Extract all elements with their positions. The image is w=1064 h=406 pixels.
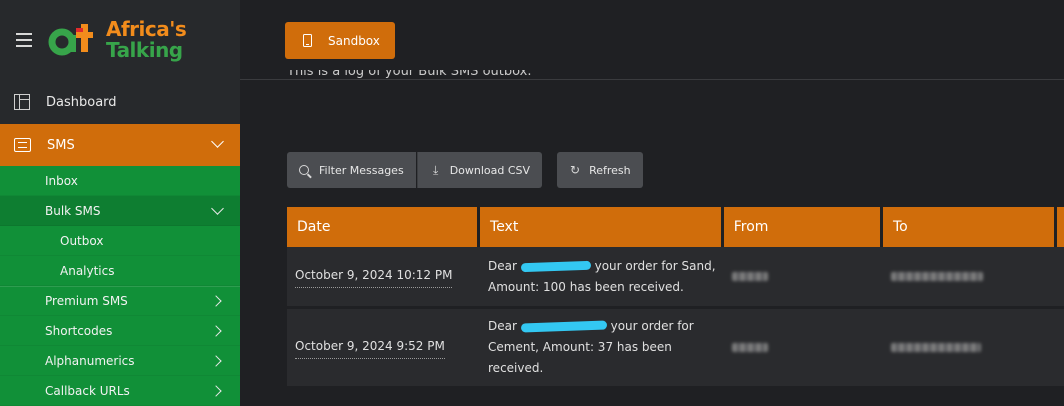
nav-sms-label: SMS [47, 137, 75, 153]
sidebar-item-label: Alphanumerics [45, 353, 135, 368]
date-cell: October 9, 2024 10:12 PM [287, 247, 477, 306]
page-description-text: This is a log of your Bulk SMS outbox. [287, 70, 532, 79]
sidebar: Africa's Talking Dashboard SMS Inbox Bul… [0, 0, 240, 406]
sidebar-item-shortcodes[interactable]: Shortcodes [0, 316, 240, 346]
filter-messages-button[interactable]: Filter Messages [287, 152, 416, 188]
to-cell [883, 309, 1054, 386]
table-header: Date Text From To [287, 207, 1064, 247]
filter-messages-label: Filter Messages [319, 163, 404, 177]
nav-sms[interactable]: SMS [0, 124, 240, 166]
from-cell [724, 309, 880, 386]
sidebar-item-analytics[interactable]: Analytics [0, 256, 240, 286]
chevron-right-icon [210, 354, 222, 367]
column-header-from[interactable]: From [723, 207, 880, 247]
sidebar-item-label: Outbox [60, 233, 104, 248]
column-header-extra [1057, 207, 1064, 247]
text-cell: Dear your order for Cement, Amount: 37 h… [480, 309, 721, 386]
sidebar-item-premium-sms[interactable]: Premium SMS [0, 286, 240, 316]
text-greeting: Dear [488, 319, 517, 333]
top-bar: Sandbox [240, 0, 1064, 80]
sidebar-item-label: Shortcodes [45, 323, 113, 338]
sidebar-item-label: Bulk SMS [45, 203, 101, 218]
text-line-2: Cement, Amount: 37 has been [488, 340, 672, 354]
redaction-mark [520, 320, 607, 333]
text-greeting: Dear [488, 258, 517, 273]
hamburger-menu-icon[interactable] [16, 33, 32, 47]
sidebar-item-alphanumerics[interactable]: Alphanumerics [0, 346, 240, 376]
blurred-sender [731, 343, 768, 352]
blurred-recipient [890, 343, 981, 352]
from-cell [724, 247, 880, 306]
sms-submenu: Inbox Bulk SMS Outbox Analytics Premium … [0, 166, 240, 406]
outbox-table: Date Text From To October 9, 2024 10:12 … [287, 207, 1064, 389]
sidebar-item-label: Inbox [45, 173, 78, 188]
chevron-down-icon [211, 135, 224, 148]
table-row[interactable]: October 9, 2024 10:12 PM Dear your order… [287, 247, 1064, 309]
brand-name: Africa's Talking [106, 17, 187, 62]
chevron-right-icon [210, 295, 222, 307]
nav-dashboard-label: Dashboard [46, 94, 117, 110]
text-line-1: your order for Sand, [594, 258, 716, 273]
main-content: Sandbox This is a log of your Bulk SMS o… [240, 0, 1064, 405]
extra-cell [1057, 309, 1064, 386]
brand-line-1: Africa's [106, 17, 187, 41]
date-cell: October 9, 2024 9:52 PM [287, 309, 477, 386]
blurred-recipient [890, 272, 983, 281]
download-csv-button[interactable]: ⤓ Download CSV [416, 152, 543, 188]
column-header-text[interactable]: Text [480, 207, 721, 247]
sidebar-item-callback-urls[interactable]: Callback URLs [0, 376, 240, 406]
download-csv-label: Download CSV [449, 163, 531, 177]
logo-row: Africa's Talking [0, 0, 240, 80]
sandbox-button[interactable]: Sandbox [285, 22, 395, 59]
sidebar-item-bulk-sms[interactable]: Bulk SMS [0, 196, 240, 226]
text-line-2: Amount: 100 has been received. [488, 279, 684, 294]
brand-line-2: Talking [106, 38, 183, 62]
row-date: October 9, 2024 10:12 PM [295, 265, 453, 288]
download-icon: ⤓ [433, 162, 439, 177]
sidebar-item-label: Premium SMS [45, 294, 128, 308]
table-row[interactable]: October 9, 2024 9:52 PM Dear your order … [287, 309, 1064, 389]
text-line-3: received. [488, 361, 544, 375]
africas-talking-logo-icon [48, 18, 100, 62]
chevron-down-icon [211, 202, 224, 215]
extra-cell [1057, 247, 1064, 306]
chevron-right-icon [210, 324, 222, 337]
text-cell: Dear your order for Sand, Amount: 100 ha… [480, 247, 721, 306]
dashboard-icon [14, 94, 30, 110]
text-line-1: your order for [610, 319, 694, 333]
nav-dashboard[interactable]: Dashboard [0, 80, 240, 124]
to-cell [883, 247, 1054, 306]
phone-icon [303, 34, 312, 47]
chevron-right-icon [210, 384, 222, 397]
sidebar-item-outbox[interactable]: Outbox [0, 226, 240, 256]
refresh-icon: ↻ [570, 163, 581, 177]
sidebar-item-label: Analytics [60, 263, 115, 278]
toolbar: Filter Messages ⤓ Download CSV ↻ Refresh [287, 152, 643, 188]
sidebar-item-label: Callback URLs [45, 383, 130, 398]
redaction-mark [520, 260, 591, 272]
sandbox-label: Sandbox [328, 33, 380, 48]
column-header-to[interactable]: To [882, 207, 1055, 247]
refresh-label: Refresh [589, 163, 631, 177]
column-header-date[interactable]: Date [287, 207, 478, 247]
refresh-button[interactable]: ↻ Refresh [557, 152, 643, 188]
sidebar-item-inbox[interactable]: Inbox [0, 166, 240, 196]
blurred-sender [731, 272, 768, 281]
row-date: October 9, 2024 9:52 PM [295, 336, 445, 359]
search-icon [299, 165, 309, 175]
page-description: This is a log of your Bulk SMS outbox. [287, 70, 532, 84]
message-icon [14, 138, 31, 152]
